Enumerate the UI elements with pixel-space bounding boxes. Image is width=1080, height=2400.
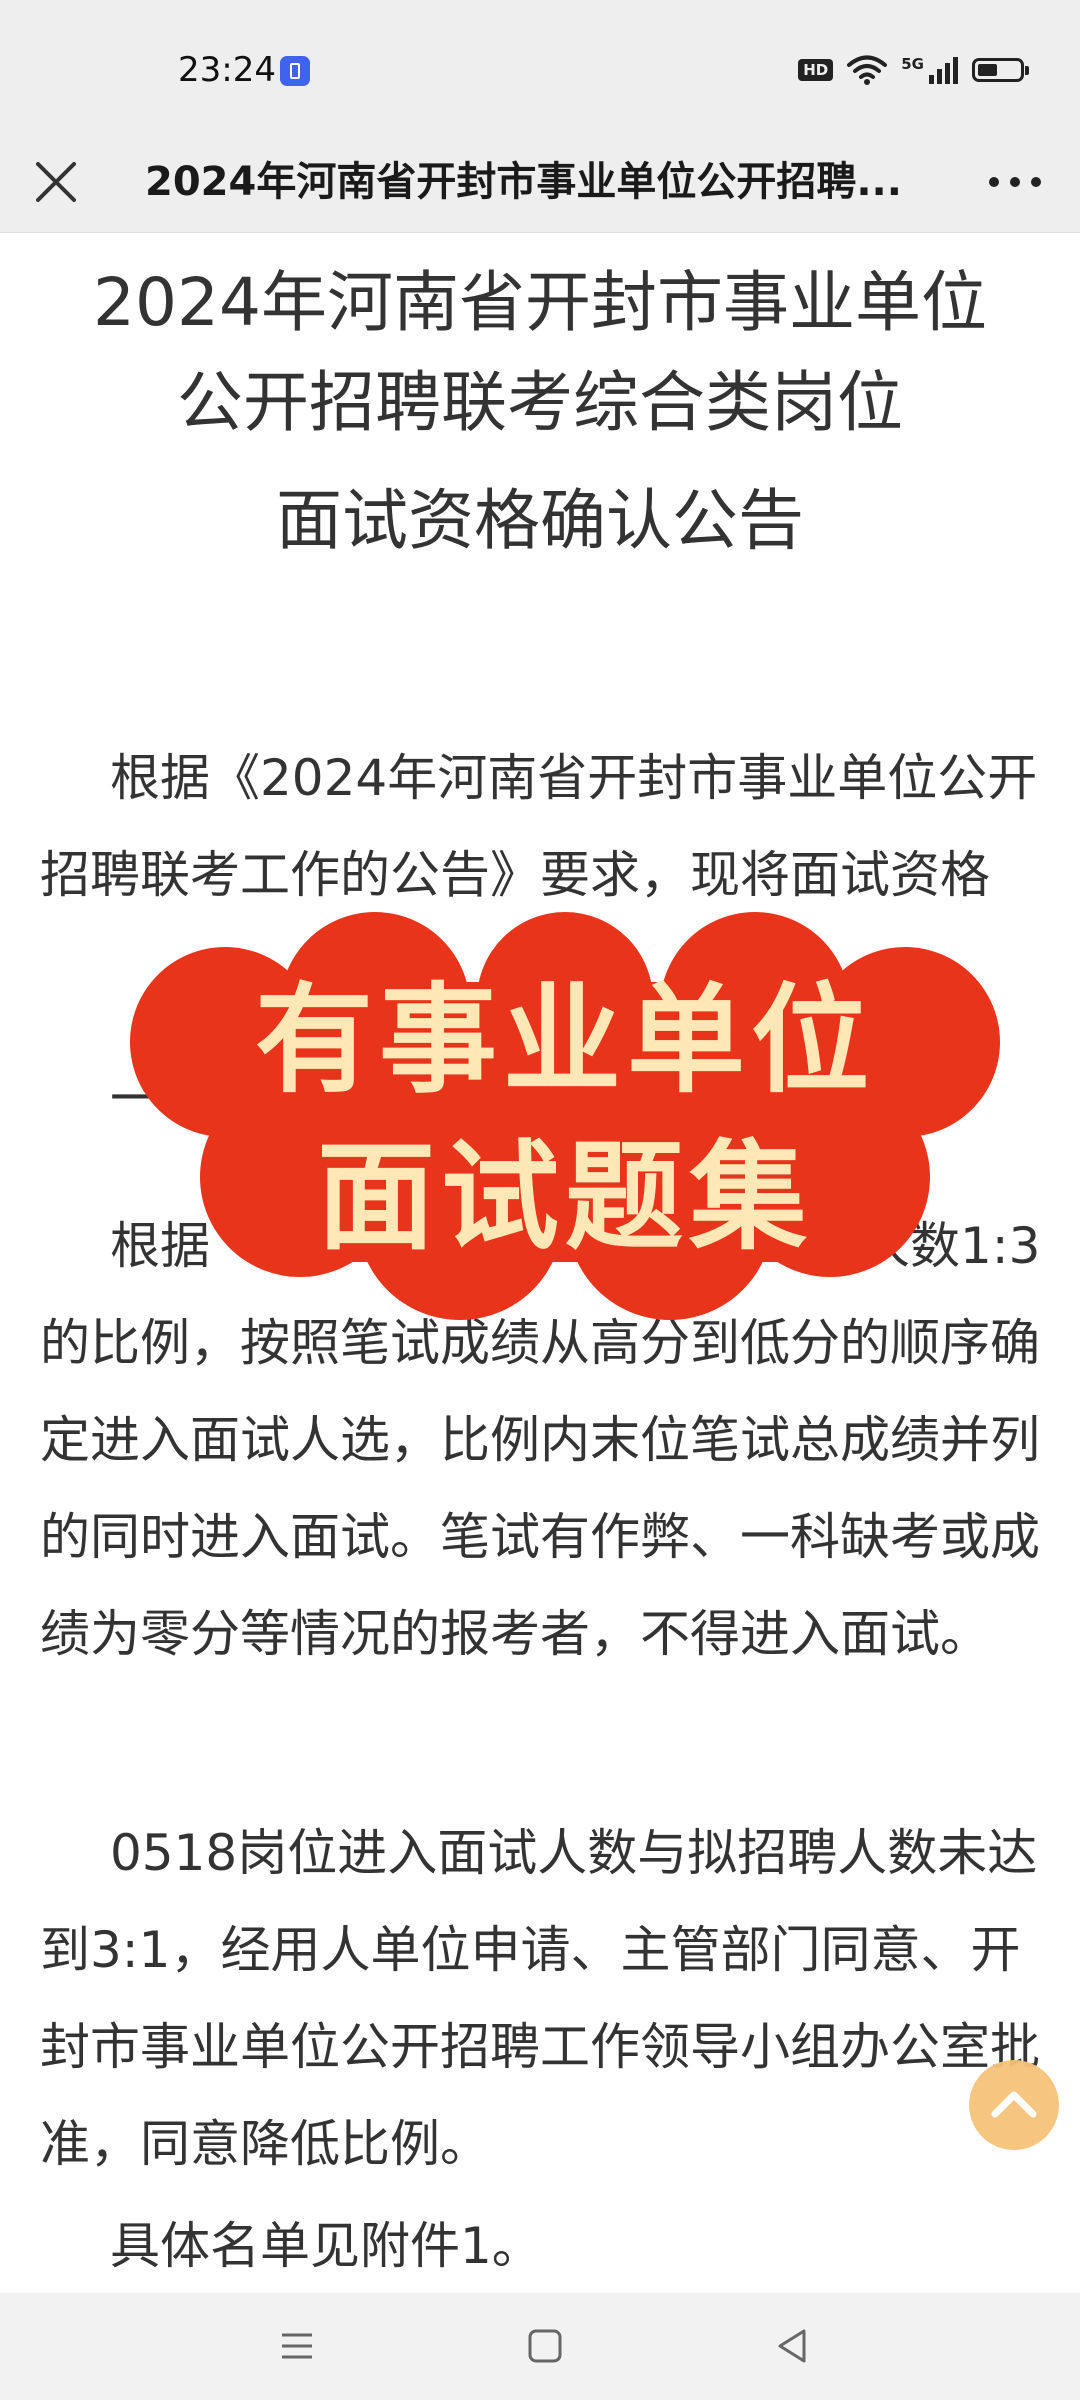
article-title: 2024年河南省开封市事业单位 公开招聘联考综合类岗位 面试资格确认公告 [20,253,1060,571]
signal-icon: 5G [901,55,958,85]
article-title-line1: 2024年河南省开封市事业单位 [93,264,987,341]
status-bar: 23:24 HD 5G [0,0,1080,132]
close-icon [36,162,76,202]
close-button[interactable] [26,152,86,212]
article-title-line2: 公开招聘联考综合类岗位 [177,364,903,441]
promo-line-1: 有事业单位 [254,970,875,1109]
promo-line-2: 面试题集 [316,1127,813,1266]
article-title-line3: 面试资格确认公告 [276,482,804,559]
back-icon [778,2329,806,2363]
home-button[interactable] [510,2313,580,2379]
page-title: 2024年河南省开封市事业单位公开招聘... [145,159,902,205]
back-button[interactable] [758,2313,828,2379]
paragraph-attachment: 具体名单见附件1。 [110,2217,542,2275]
menu-button[interactable] [262,2313,332,2379]
status-time: 23:24 [178,50,276,90]
more-options-button[interactable] [980,162,1050,202]
chevron-up-icon [991,2091,1037,2118]
more-icon [989,177,1041,187]
home-icon [528,2329,562,2363]
paragraph-intro: 根据《2024年河南省开封市事业单位公开招聘联考工作的公告》要求，现将面试资格 [40,749,1038,904]
network-type: 5G [901,55,924,73]
menu-icon [282,2333,312,2359]
status-indicators: HD 5G [798,52,1029,88]
app-notification-icon [280,56,310,86]
scroll-to-top-button[interactable] [969,2060,1059,2150]
battery-icon [972,58,1029,82]
promo-overlay: 有事业单位 面试题集 [130,912,1000,1320]
hd-badge: HD [798,59,834,81]
title-bar: 2024年河南省开封市事业单位公开招聘... [0,132,1080,233]
system-navigation-bar [0,2293,1080,2400]
wifi-icon [847,55,888,85]
paragraph-0518-position: 0518岗位进入面试人数与拟招聘人数未达到3:1，经用人单位申请、主管部门同意、… [40,1824,1040,2173]
